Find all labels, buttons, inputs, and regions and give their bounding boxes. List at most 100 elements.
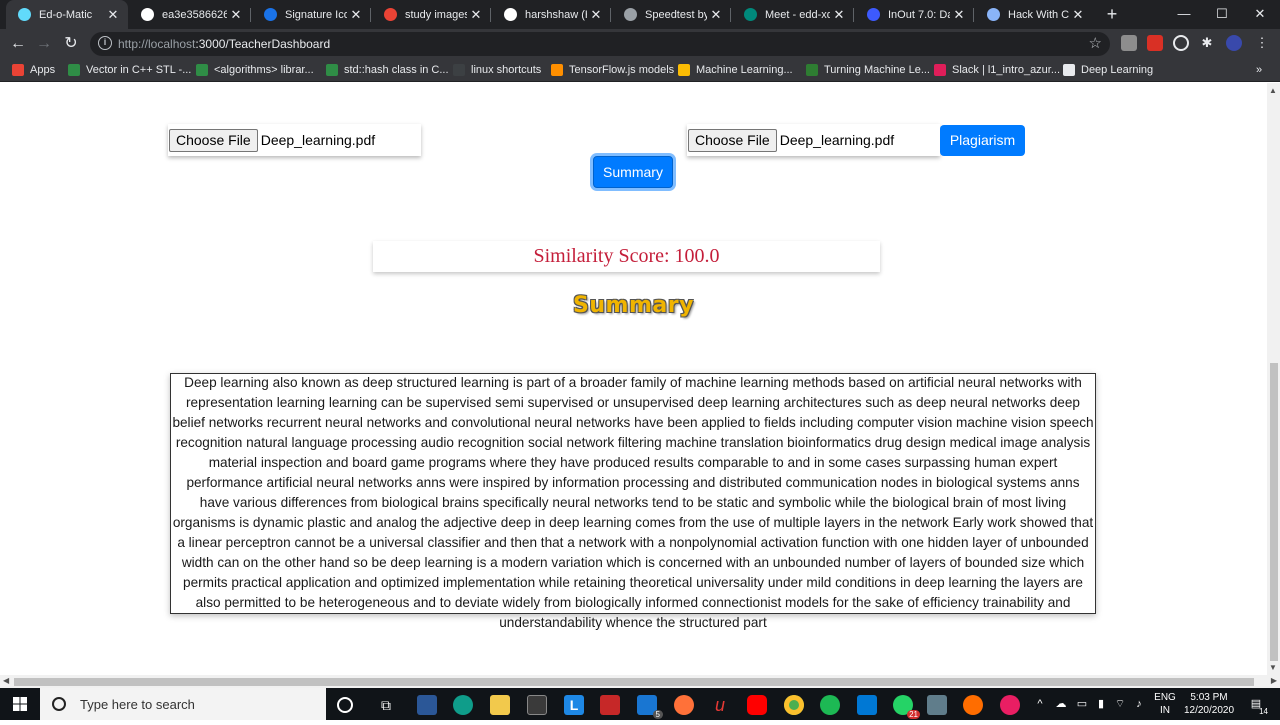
scroll-left-arrow-icon[interactable]: ◀ [3,676,9,685]
cortana-icon[interactable] [337,697,353,713]
new-tab-button[interactable]: + [1101,0,1123,29]
close-tab-icon[interactable]: ✕ [587,7,605,23]
action-center-icon[interactable]: ▤ 14 [1244,688,1268,720]
choose-file-button-left[interactable]: Choose File [169,128,258,152]
mail-icon[interactable]: 5 [637,695,663,719]
bookmarks-bar: » Apps Vector in C++ STL -... <algorithms>… [0,58,1280,82]
tab-separator [973,8,974,22]
browser-tab[interactable]: Meet - edd-xq ✕ [732,0,854,29]
bookmark-label: Machine Learning... [696,64,793,76]
browser-tab[interactable]: ea3e3586626fc✕ [129,0,251,29]
tray-chevron-icon[interactable]: ^ [1032,688,1048,720]
browser-tab[interactable]: Signature Icon✕ [252,0,371,29]
lenovo-icon[interactable]: L [564,695,584,715]
minimize-button[interactable]: — [1165,0,1203,29]
profile-avatar[interactable] [1226,35,1242,51]
browser-tab[interactable]: harshshaw (Ha✕ [492,0,611,29]
browser-tab-title: Speedtest by O [645,8,707,21]
close-tab-icon[interactable]: ✕ [467,7,485,23]
language-indicator[interactable]: ENG IN [1152,688,1178,720]
slack-icon[interactable] [1000,695,1020,715]
whatsapp-icon[interactable]: 21 [893,695,920,719]
choose-file-button-right[interactable]: Choose File [688,128,777,152]
bookmark-item[interactable]: <algorithms> librar... [196,63,314,77]
close-window-button[interactable]: ✕ [1241,0,1279,29]
bookmark-star-icon[interactable]: ☆ [1089,34,1102,52]
browser-tab-title: ea3e3586626fc [162,8,227,21]
task-view-icon[interactable]: ⧉ [376,695,396,715]
store-icon[interactable] [527,695,547,715]
vertical-scrollbar[interactable]: ▲ ▼ [1267,83,1280,675]
address-bar[interactable]: i http://localhost:3000/TeacherDashboard… [90,32,1110,56]
bookmark-item[interactable]: std::hash class in C... [326,63,449,77]
forward-arrow-icon[interactable]: → [33,33,55,55]
browser-tab[interactable]: study images -✕ [372,0,491,29]
close-tab-icon[interactable]: ✕ [1069,7,1087,23]
close-tab-icon[interactable]: ✕ [104,7,122,23]
bookmark-item[interactable]: Machine Learning... [678,63,793,77]
tab-separator [250,8,251,22]
browser-tab[interactable]: Ed-o-Matic ✕ [6,0,128,29]
battery-icon[interactable]: ▮ [1093,688,1109,720]
extension-icon[interactable] [1173,35,1189,51]
windows-start-icon[interactable] [0,688,40,720]
bookmark-item[interactable]: Slack | l1_intro_azur... [934,63,1060,77]
selected-filename-left: Deep_learning.pdf [260,132,376,148]
chrome-icon[interactable] [784,695,804,715]
scroll-down-arrow-icon[interactable]: ▼ [1269,663,1277,672]
close-tab-icon[interactable]: ✕ [707,7,725,23]
page-viewport: Choose File Deep_learning.pdf Choose Fil… [0,83,1267,675]
browser-tab[interactable]: Speedtest by O✕ [612,0,731,29]
mcafee-icon[interactable] [600,695,620,715]
spotify-icon[interactable] [820,695,840,715]
edge-icon[interactable] [453,695,473,715]
reload-icon[interactable]: ↻ [60,33,82,55]
bookmark-item[interactable]: TensorFlow.js models [551,63,674,77]
extension-icon[interactable] [1121,35,1137,51]
bookmark-item[interactable]: Turning Machine Le... [806,63,930,77]
meet-now-icon[interactable]: ▭ [1074,688,1090,720]
horizontal-scroll-thumb[interactable] [14,678,1254,686]
close-tab-icon[interactable]: ✕ [830,7,848,23]
close-tab-icon[interactable]: ✕ [950,7,968,23]
horizontal-scrollbar[interactable]: ◀ ▶ [0,675,1280,688]
notepad-icon[interactable] [927,695,947,715]
extension-icon[interactable] [1147,35,1163,51]
browser-toolbar: ← → ↻ i http://localhost:3000/TeacherDas… [0,29,1280,58]
plagiarism-button[interactable]: Plagiarism [940,125,1025,156]
site-info-icon[interactable]: i [98,36,112,50]
vertical-scroll-thumb[interactable] [1270,363,1278,661]
summary-button[interactable]: Summary [593,156,673,188]
back-arrow-icon[interactable]: ← [7,33,29,55]
onedrive-icon[interactable]: ☁ [1052,688,1070,720]
scroll-right-arrow-icon[interactable]: ▶ [1271,676,1277,685]
more-bookmarks-button[interactable]: » [1256,63,1262,77]
firefox-icon[interactable] [674,695,694,715]
scroll-up-arrow-icon[interactable]: ▲ [1269,86,1277,95]
close-tab-icon[interactable]: ✕ [227,7,245,23]
youtube-icon[interactable] [747,695,767,715]
unacademy-icon[interactable]: u [710,695,730,715]
maximize-button[interactable]: ☐ [1203,0,1241,29]
bookmark-item[interactable]: Deep Learning [1063,63,1153,77]
github-icon [504,8,517,21]
taskbar-search-box[interactable]: Type here to search [40,688,326,720]
hackwithcw-icon [987,8,1000,21]
wifi-icon[interactable]: ⌔ [1112,688,1128,720]
a-icon [453,64,465,76]
postman-icon[interactable] [963,695,983,715]
clock[interactable]: 5:03 PM 12/20/2020 [1180,688,1238,720]
bookmark-item[interactable]: linux shortcuts [453,63,541,77]
browser-tab[interactable]: Hack With CW✕ [975,0,1093,29]
vscode-icon[interactable] [857,695,877,715]
bookmark-item[interactable]: Apps [12,63,55,77]
file-explorer-icon[interactable] [490,695,510,715]
close-tab-icon[interactable]: ✕ [347,7,365,23]
bookmark-item[interactable]: Vector in C++ STL -... [68,63,191,77]
volume-icon[interactable]: ♪ [1131,688,1147,720]
browser-tab[interactable]: InOut 7.0: Dash✕ [855,0,974,29]
snipping-tool-icon[interactable] [417,695,437,715]
extensions-puzzle-icon[interactable]: ✱ [1199,35,1215,51]
browser-tab-title: Ed-o-Matic [39,8,93,21]
browser-menu-icon[interactable]: ⋮ [1254,35,1270,51]
